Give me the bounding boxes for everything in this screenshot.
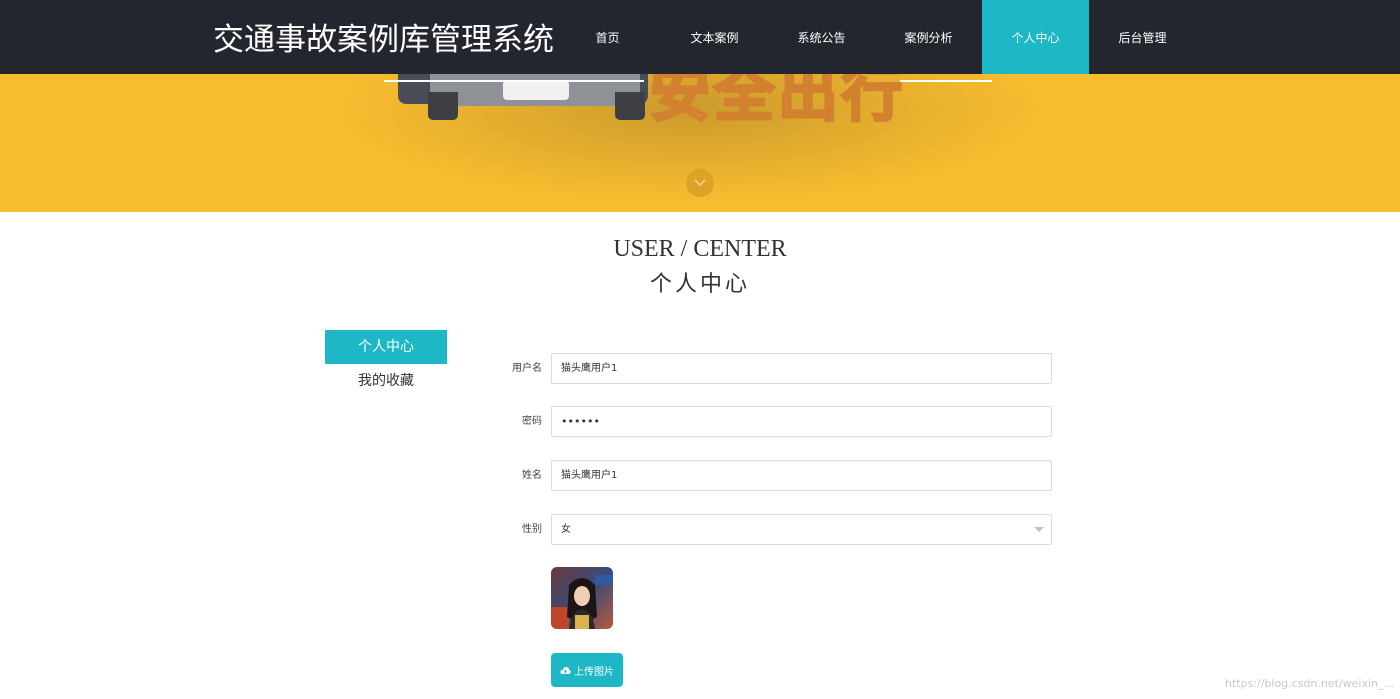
upload-image-button[interactable]: 上传图片	[551, 653, 623, 687]
top-nav: 交通事故案例库管理系统 首页 文本案例 系统公告 案例分析 个人中心 后台管理	[0, 0, 1400, 74]
car-license-plate	[503, 80, 569, 100]
main-menu: 首页 文本案例 系统公告 案例分析 个人中心 后台管理	[554, 0, 1196, 74]
gender-select[interactable]: 女	[551, 514, 1052, 545]
cloud-upload-icon	[560, 666, 571, 674]
upload-image-label: 上传图片	[574, 666, 614, 678]
hero-banner: 安全出行	[0, 74, 1400, 212]
form-row-password: 密码 ••••••	[500, 406, 1052, 437]
avatar	[551, 567, 613, 629]
gender-label: 性别	[522, 524, 542, 535]
banner-line-right	[900, 80, 992, 82]
form-row-gender: 性别 女	[500, 514, 1052, 545]
password-label: 密码	[522, 416, 542, 427]
sidebar-item-user-center[interactable]: 个人中心	[325, 330, 447, 364]
username-label: 用户名	[512, 363, 542, 374]
password-input[interactable]: ••••••	[551, 406, 1052, 437]
chevron-down-icon	[694, 179, 706, 187]
name-input[interactable]: 猫头鹰用户1	[551, 460, 1052, 491]
section-title-en: USER / CENTER	[613, 236, 787, 262]
banner-slogan: 安全出行	[649, 74, 906, 132]
form-row-username: 用户名 猫头鹰用户1	[500, 353, 1052, 384]
scroll-down-button[interactable]	[686, 169, 714, 197]
nav-item-case-analysis[interactable]: 案例分析	[875, 0, 982, 74]
nav-item-announcements[interactable]: 系统公告	[768, 0, 875, 74]
car-wheel-right	[615, 92, 645, 120]
watermark: https://blog.csdn.net/weixin_...	[1224, 677, 1394, 690]
nav-item-admin[interactable]: 后台管理	[1089, 0, 1196, 74]
gender-select-value: 女	[561, 524, 571, 535]
section-title-cn: 个人中心	[649, 272, 750, 297]
car-wheel-left	[428, 92, 458, 120]
nav-item-home[interactable]: 首页	[554, 0, 661, 74]
user-sidebar: 个人中心 我的收藏	[325, 330, 447, 398]
sidebar-item-favorites[interactable]: 我的收藏	[325, 364, 447, 398]
name-label: 姓名	[522, 470, 542, 481]
site-title[interactable]: 交通事故案例库管理系统	[213, 14, 554, 59]
chevron-down-icon	[1034, 527, 1044, 532]
form-row-name: 姓名 猫头鹰用户1	[500, 460, 1052, 491]
nav-item-user-center[interactable]: 个人中心	[982, 0, 1089, 74]
username-input[interactable]: 猫头鹰用户1	[551, 353, 1052, 384]
avatar-photo	[551, 567, 613, 629]
banner-line-left	[384, 80, 644, 82]
nav-item-text-cases[interactable]: 文本案例	[661, 0, 768, 74]
